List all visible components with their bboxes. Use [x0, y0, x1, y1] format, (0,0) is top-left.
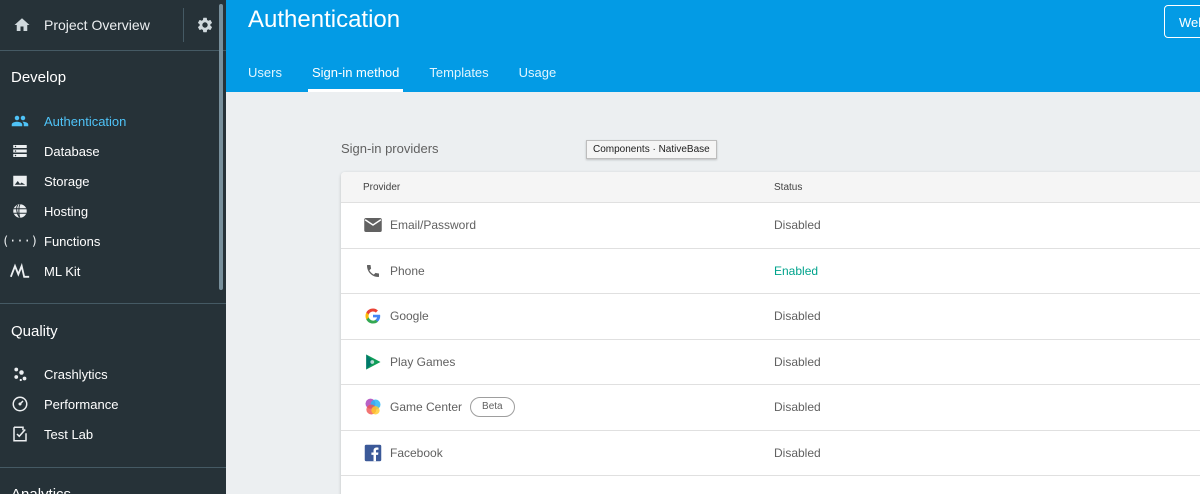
status-text: Disabled: [774, 354, 821, 369]
sidebar-item-test-lab[interactable]: Test Lab: [0, 419, 226, 449]
provider-name: Phone: [390, 263, 425, 278]
google-icon: [363, 306, 383, 326]
sidebar-item-authentication[interactable]: Authentication: [0, 106, 226, 136]
speedometer-icon: [10, 394, 30, 414]
sidebar-item-label: Crashlytics: [44, 366, 108, 382]
section-develop: Develop: [11, 69, 67, 86]
play-games-icon: [363, 352, 383, 372]
sidebar-item-functions[interactable]: (···) Functions: [0, 226, 226, 256]
provider-name: Game Center: [390, 400, 463, 415]
phone-icon: [363, 261, 383, 281]
sidebar-item-label: Hosting: [44, 203, 89, 219]
web-button[interactable]: Web: [1164, 5, 1200, 38]
game-center-icon: [363, 397, 383, 417]
sidebar-item-performance[interactable]: Performance: [0, 389, 226, 419]
facebook-icon: [363, 443, 383, 463]
crashlytics-icon: [10, 364, 30, 384]
sidebar-item-label: Test Lab: [44, 426, 94, 442]
tab-templates[interactable]: Templates: [414, 52, 503, 92]
globe-icon: [10, 201, 30, 221]
sidebar-header: Project Overview: [0, 0, 226, 51]
table-row[interactable]: Email/Password Disabled: [341, 203, 1200, 249]
provider-name: Email/Password: [390, 218, 477, 233]
image-icon: [10, 171, 30, 191]
column-header-status: Status: [774, 181, 803, 193]
column-header-provider: Provider: [363, 181, 401, 193]
sidebar-item-label: Storage: [44, 173, 90, 189]
table-header: Provider Status: [341, 172, 1200, 203]
sidebar-scrollbar[interactable]: [219, 4, 223, 290]
provider-name: Google: [390, 309, 429, 324]
provider-name: Facebook: [390, 445, 443, 460]
status-text: Disabled: [774, 218, 821, 233]
sidebar: Project Overview Develop Authentication …: [0, 0, 226, 494]
sidebar-item-label: Database: [44, 143, 100, 159]
beta-badge: Beta: [470, 397, 515, 418]
tab-bar: Users Sign-in method Templates Usage: [226, 52, 571, 92]
section-analytics: Analytics: [0, 486, 226, 494]
sidebar-item-database[interactable]: Database: [0, 136, 226, 166]
sidebar-item-label: Functions: [44, 233, 101, 249]
functions-icon: (···): [1, 234, 39, 248]
database-icon: [10, 141, 30, 161]
table-row[interactable]: Game Center Beta Disabled: [341, 385, 1200, 431]
tooltip: Components · NativeBase: [586, 140, 717, 159]
ml-kit-icon: [10, 261, 30, 281]
tab-users[interactable]: Users: [226, 52, 297, 92]
tab-usage[interactable]: Usage: [504, 52, 572, 92]
status-text: Disabled: [774, 309, 821, 324]
sidebar-item-crashlytics[interactable]: Crashlytics: [0, 359, 226, 389]
sidebar-item-label: ML Kit: [44, 263, 81, 279]
status-text: Disabled: [774, 445, 821, 460]
people-icon: [10, 111, 30, 131]
page-title: Authentication: [248, 6, 401, 33]
table-row[interactable]: Facebook Disabled: [341, 431, 1200, 476]
status-text: Enabled: [774, 263, 819, 278]
email-icon: [363, 215, 383, 235]
table-row[interactable]: Play Games Disabled: [341, 340, 1200, 385]
provider-name: Play Games: [390, 354, 456, 369]
checklist-icon: [10, 424, 30, 444]
tab-sign-in-method[interactable]: Sign-in method: [297, 52, 414, 92]
section-quality: Quality: [11, 323, 58, 340]
sidebar-item-label: Performance: [44, 396, 119, 412]
sidebar-item-hosting[interactable]: Hosting: [0, 196, 226, 226]
sidebar-item-storage[interactable]: Storage: [0, 166, 226, 196]
section-title: Sign-in providers: [341, 141, 439, 156]
sidebar-item-ml-kit[interactable]: ML Kit: [0, 256, 226, 286]
providers-table: Provider Status Email/Password Disabled …: [341, 172, 1200, 494]
sidebar-item-label: Authentication: [44, 113, 127, 129]
status-text: Disabled: [774, 400, 821, 415]
home-icon[interactable]: [4, 16, 40, 34]
table-row[interactable]: Google Disabled: [341, 294, 1200, 340]
project-overview-link[interactable]: Project Overview: [44, 17, 183, 33]
page-header: Authentication Web Users Sign-in method …: [226, 0, 1200, 92]
table-row[interactable]: Phone Enabled: [341, 249, 1200, 294]
